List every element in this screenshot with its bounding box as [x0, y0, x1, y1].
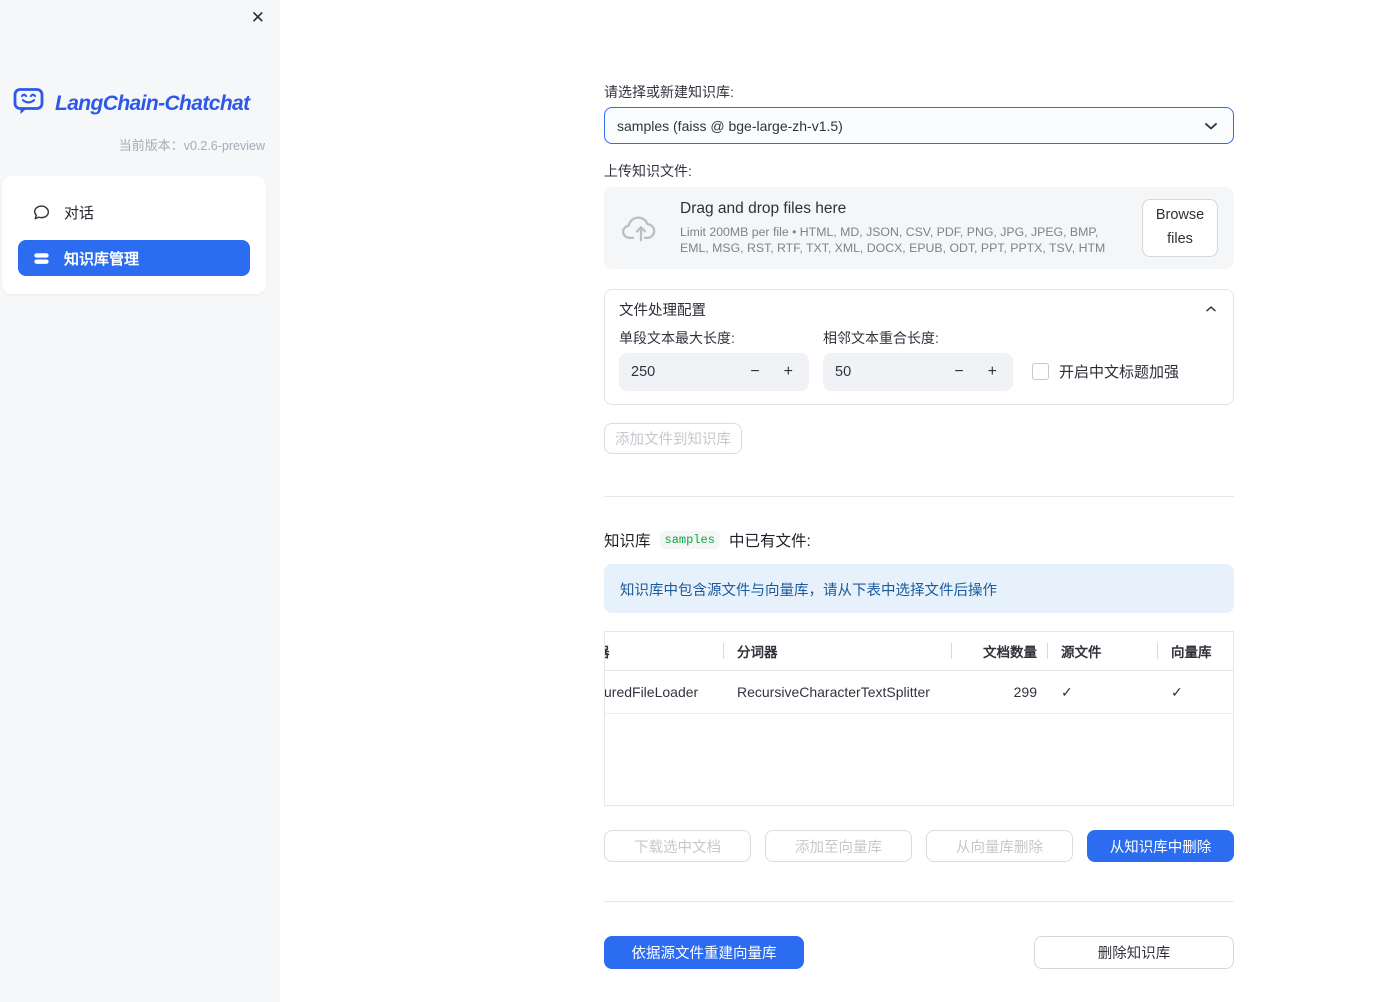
- table-header-vector-store[interactable]: 向量库: [1157, 632, 1233, 670]
- knowledge-base-icon: [32, 249, 51, 268]
- cell-source-check: ✓: [1061, 683, 1073, 700]
- table-row[interactable]: uredFileLoader RecursiveCharacterTextSpl…: [605, 671, 1233, 714]
- expander-header[interactable]: 文件处理配置: [605, 290, 1233, 328]
- kb-bottom-actions: 依据源文件重建向量库 删除知识库: [604, 936, 1234, 969]
- version-label: 当前版本：: [118, 138, 184, 153]
- expander-body: 单段文本最大长度: 250 − + 相邻文本重合长度: 50 − + 开启中文标…: [605, 328, 1233, 404]
- kb-line-suffix: 中已有文件:: [728, 533, 811, 550]
- chevron-down-icon: [1201, 116, 1221, 136]
- sidebar-item-kb-management[interactable]: 知识库管理: [18, 240, 250, 276]
- add-to-vector-store-button[interactable]: 添加至向量库: [765, 830, 912, 862]
- delete-from-kb-button[interactable]: 从知识库中删除: [1087, 830, 1234, 862]
- sidebar: ✕ LangChain-Chatchat 当前版本：v0.2.6-preview…: [0, 0, 280, 1002]
- add-files-to-kb-button[interactable]: 添加文件到知识库: [604, 423, 742, 454]
- file-config-expander: 文件处理配置 单段文本最大长度: 250 − + 相邻文本重合长度: 50 − …: [604, 289, 1234, 405]
- max-length-input[interactable]: 250 − +: [619, 353, 809, 391]
- cell-doc-count: 299: [1013, 684, 1037, 700]
- decrement-button[interactable]: −: [942, 353, 975, 391]
- info-banner: 知识库中包含源文件与向量库，请从下表中选择文件后操作: [604, 564, 1234, 613]
- cell-loader: uredFileLoader: [605, 684, 699, 700]
- sidebar-item-label: 对话: [64, 204, 95, 222]
- rebuild-vector-store-button[interactable]: 依据源文件重建向量库: [604, 936, 804, 969]
- cell-vector-check: ✓: [1171, 683, 1183, 700]
- table-header-splitter[interactable]: 分词器: [723, 632, 951, 670]
- logo-chat-smiley-icon: [12, 86, 46, 121]
- max-length-label: 单段文本最大长度:: [619, 330, 735, 346]
- dropzone-file-limit: Limit 200MB per file • HTML, MD, JSON, C…: [680, 225, 1106, 255]
- increment-button[interactable]: +: [772, 353, 805, 391]
- kb-select[interactable]: samples (faiss @ bge-large-zh-v1.5): [604, 107, 1234, 144]
- zh-title-enhance-checkbox[interactable]: 开启中文标题加强: [1032, 361, 1179, 382]
- kb-files-heading: 知识库 samples 中已有文件:: [604, 529, 1234, 551]
- delete-kb-button[interactable]: 删除知识库: [1034, 936, 1234, 969]
- table-header-source-file[interactable]: 源文件: [1047, 632, 1157, 670]
- file-dropzone[interactable]: Drag and drop files here Limit 200MB per…: [604, 187, 1234, 269]
- sidebar-menu: 对话 知识库管理: [2, 176, 266, 294]
- dropzone-instructions: Drag and drop files here Limit 200MB per…: [680, 200, 1130, 256]
- divider: [604, 496, 1234, 497]
- expander-title: 文件处理配置: [619, 302, 706, 319]
- checkbox-box[interactable]: [1032, 363, 1049, 380]
- sidebar-item-dialogue[interactable]: 对话: [18, 194, 250, 230]
- file-actions: 下载选中文档 添加至向量库 从向量库删除 从知识库中删除: [604, 830, 1234, 862]
- overlap-length-input[interactable]: 50 − +: [823, 353, 1013, 391]
- checkbox-label: 开启中文标题加强: [1059, 364, 1180, 381]
- sidebar-close-button[interactable]: ✕: [249, 7, 267, 28]
- table-header-row: 器 分词器 文档数量 源文件 向量库: [605, 632, 1233, 671]
- kb-select-value: samples (faiss @ bge-large-zh-v1.5): [617, 117, 843, 134]
- version-info: 当前版本：v0.2.6-preview: [0, 135, 265, 154]
- increment-button[interactable]: +: [976, 353, 1009, 391]
- app-logo: LangChain-Chatchat: [12, 86, 280, 121]
- download-selected-button[interactable]: 下载选中文档: [604, 830, 751, 862]
- main-content: 请选择或新建知识库: samples (faiss @ bge-large-zh…: [604, 0, 1234, 969]
- max-length-value: 250: [631, 364, 656, 380]
- table-header-doc-count[interactable]: 文档数量: [951, 632, 1047, 670]
- kb-name-code: samples: [659, 531, 720, 549]
- overlap-length-label: 相邻文本重合长度:: [823, 330, 939, 346]
- dropzone-title: Drag and drop files here: [680, 200, 847, 217]
- browse-files-button[interactable]: Browse files: [1142, 199, 1218, 257]
- cloud-upload-icon: [620, 212, 662, 244]
- app-logo-text: LangChain-Chatchat: [55, 91, 250, 115]
- kb-select-label: 请选择或新建知识库:: [604, 84, 734, 100]
- delete-from-vector-store-button[interactable]: 从向量库删除: [926, 830, 1073, 862]
- chat-bubble-icon: [32, 203, 51, 222]
- overlap-length-value: 50: [835, 364, 852, 380]
- kb-line-prefix: 知识库: [604, 533, 651, 550]
- sidebar-item-label: 知识库管理: [64, 250, 140, 268]
- decrement-button[interactable]: −: [738, 353, 771, 391]
- upload-label: 上传知识文件:: [604, 163, 692, 179]
- table-header-loader[interactable]: 器: [605, 632, 723, 670]
- version-value: v0.2.6-preview: [183, 139, 265, 153]
- chevron-up-icon: [1203, 301, 1219, 317]
- divider: [604, 901, 1234, 902]
- cell-splitter: RecursiveCharacterTextSplitter: [737, 684, 930, 700]
- files-table: 器 分词器 文档数量 源文件 向量库 uredFileLoader Recurs…: [604, 631, 1234, 806]
